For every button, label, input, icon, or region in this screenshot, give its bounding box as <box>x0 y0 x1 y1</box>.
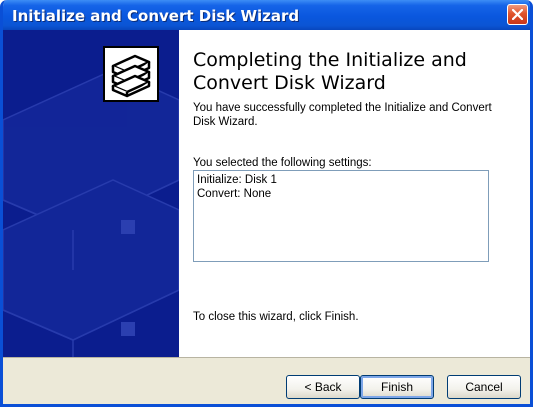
page-title: Completing the Initialize and Convert Di… <box>193 49 467 94</box>
settings-label: You selected the following settings: <box>193 157 372 169</box>
wizard-side-panel <box>3 30 179 357</box>
button-bar: < Back Finish Cancel <box>3 357 530 404</box>
close-instruction: To close this wizard, click Finish. <box>193 311 359 323</box>
close-icon <box>512 9 523 20</box>
settings-line-convert: Convert: None <box>197 188 272 200</box>
settings-summary-box[interactable]: Initialize: Disk 1 Convert: None <box>193 170 489 262</box>
disk-stack-icon <box>103 46 159 102</box>
title-bar: Initialize and Convert Disk Wizard <box>3 0 530 30</box>
cancel-button[interactable]: Cancel <box>447 375 521 399</box>
wizard-content: Completing the Initialize and Convert Di… <box>179 30 530 357</box>
finish-button[interactable]: Finish <box>360 375 434 399</box>
back-button[interactable]: < Back <box>286 375 360 399</box>
completion-description: You have successfully completed the Init… <box>193 102 492 128</box>
wizard-window: Initialize and Convert Disk Wizard Compl… <box>0 0 533 407</box>
settings-line-initialize: Initialize: Disk 1 <box>197 174 277 186</box>
window-title: Initialize and Convert Disk Wizard <box>12 7 300 25</box>
close-button[interactable] <box>507 4 528 25</box>
